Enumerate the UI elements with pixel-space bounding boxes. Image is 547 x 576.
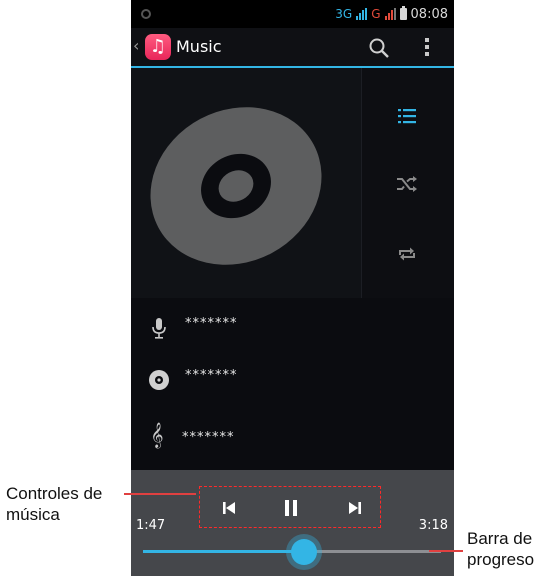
page-title: Music <box>176 37 222 56</box>
previous-icon[interactable] <box>217 496 241 520</box>
progress-callout-line1: Barra de <box>467 529 533 548</box>
repeat-icon[interactable] <box>395 242 419 266</box>
total-duration: 3:18 <box>418 518 448 533</box>
album-disc-icon <box>149 370 169 390</box>
status-bar: 3G G 08:08 <box>131 0 454 28</box>
elapsed-time: 1:47 <box>136 518 166 533</box>
progress-callout-line2: progreso <box>467 550 535 569</box>
pause-icon[interactable] <box>279 496 303 520</box>
status-indicators: 3G G 08:08 <box>335 4 448 24</box>
controls-callout-line1: Controles de <box>6 484 103 503</box>
phone-screen: 3G G 08:08 ‹ ♫ Music ******* ******* 𝄞 *… <box>131 0 454 576</box>
music-app-icon[interactable]: ♫ <box>145 34 171 60</box>
overflow-menu-icon[interactable] <box>424 38 430 58</box>
playlist-icon[interactable] <box>395 104 419 128</box>
progress-thumb[interactable] <box>291 539 317 565</box>
action-bar: ‹ ♫ Music <box>131 28 454 68</box>
search-icon[interactable] <box>367 36 391 60</box>
microphone-icon <box>152 318 166 339</box>
progress-callout-line <box>429 550 463 552</box>
album-row[interactable]: ******* <box>131 356 454 406</box>
album-name: ******* <box>185 368 238 383</box>
artist-row[interactable]: ******* <box>131 304 454 354</box>
progress-fill <box>143 550 304 553</box>
song-row[interactable]: 𝄞 ******* <box>131 410 454 460</box>
album-art <box>131 68 361 298</box>
shuffle-icon[interactable] <box>395 172 419 196</box>
next-icon[interactable] <box>343 496 367 520</box>
controls-callout-label: Controles de música <box>6 483 102 525</box>
status-time: 08:08 <box>410 6 448 22</box>
progress-callout-label: Barra de progreso <box>467 528 534 570</box>
disc-placeholder-icon <box>150 107 322 265</box>
second-network-type-label: G <box>371 7 381 21</box>
back-caret-icon[interactable]: ‹ <box>133 38 139 54</box>
signal-strength-icon <box>356 8 368 20</box>
second-signal-strength-icon <box>384 8 396 20</box>
treble-clef-icon: 𝄞 <box>150 423 164 448</box>
controls-callout-line <box>124 493 196 495</box>
player-panel: 1:47 3:18 <box>131 470 454 576</box>
battery-icon <box>399 6 407 20</box>
song-title: ******* <box>182 430 235 445</box>
notification-icon <box>141 9 151 19</box>
network-type-label: 3G <box>335 7 353 21</box>
art-divider <box>361 68 362 298</box>
controls-callout-line2: música <box>6 505 60 524</box>
artist-name: ******* <box>185 316 238 331</box>
